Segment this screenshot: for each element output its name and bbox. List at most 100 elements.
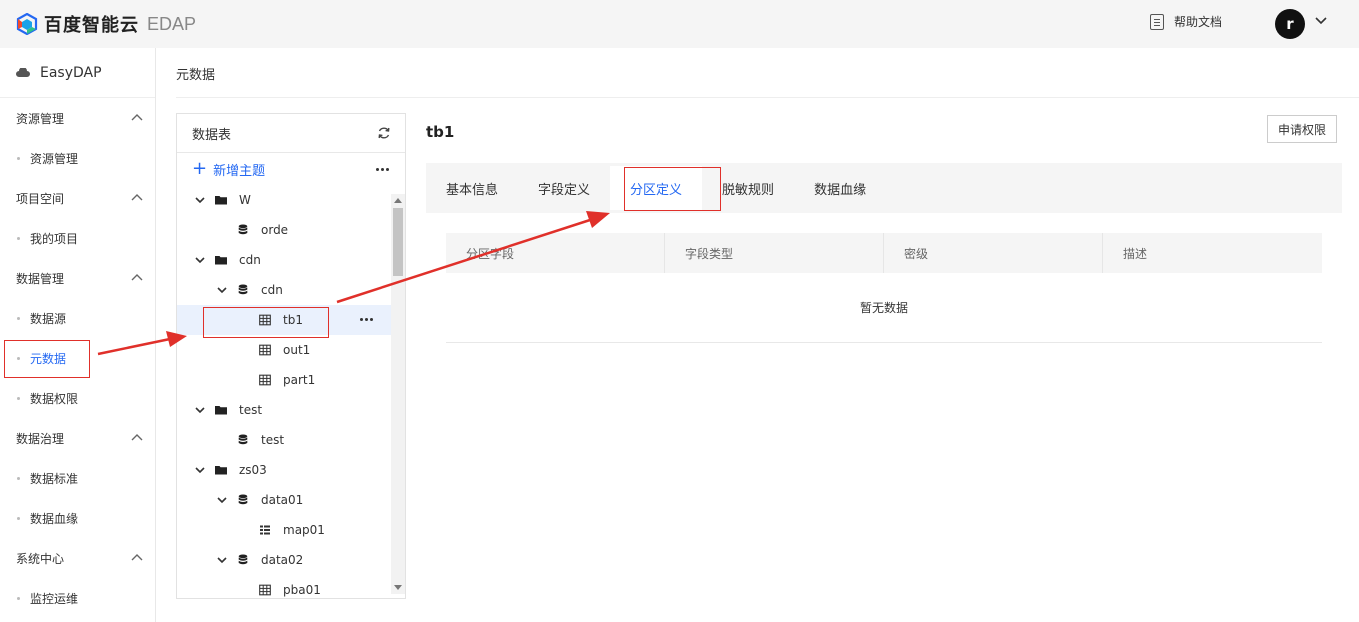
database-icon [238, 494, 248, 505]
logo[interactable]: 百度智能云 EDAP [16, 11, 196, 37]
tree-node-label: map01 [283, 523, 325, 537]
tree-node[interactable]: pba01 [177, 575, 405, 598]
tree-node-label: cdn [261, 283, 283, 297]
chevron-up-icon[interactable] [131, 112, 143, 124]
table-icon [259, 344, 271, 356]
tree-node[interactable]: out1 [177, 335, 405, 365]
folder-icon [215, 256, 227, 265]
document-icon [1150, 13, 1164, 30]
chevron-down-icon[interactable] [217, 495, 227, 505]
tree-node-label: orde [261, 223, 289, 237]
tree-title: 数据表 [192, 127, 232, 143]
detail-tab[interactable]: 字段定义 [518, 164, 610, 212]
sidebar-item[interactable]: 资源管理 [0, 138, 155, 178]
table-title: tb1 [426, 123, 455, 141]
chevron-down-icon[interactable] [217, 285, 227, 295]
chevron-down-icon[interactable] [195, 465, 205, 475]
apply-permission-button[interactable]: 申请权限 [1267, 115, 1337, 143]
sidebar-header[interactable]: EasyDAP [0, 48, 155, 98]
detail-tab[interactable]: 数据血缘 [794, 164, 886, 212]
chevron-down-icon[interactable] [195, 195, 205, 205]
breadcrumb: 元数据 [176, 68, 216, 83]
sidebar-group-label: 数据管理 [16, 271, 65, 286]
sidebar-item[interactable]: 数据标准 [0, 458, 155, 498]
chevron-up-icon[interactable] [131, 192, 143, 204]
tree-scrollbar[interactable] [391, 194, 405, 594]
cloud-icon [16, 68, 30, 77]
tree-node[interactable]: zs03 [177, 455, 405, 485]
table-tree-panel: 数据表 + 新增主题 Worde cdn cdn tb1 out1 part1 test te… [176, 113, 406, 599]
scroll-up-icon[interactable] [394, 198, 402, 203]
help-docs-link[interactable]: 帮助文档 [1150, 13, 1222, 30]
user-avatar[interactable]: r [1275, 9, 1305, 39]
sidebar-group[interactable]: 项目空间 [0, 178, 155, 218]
tree-node[interactable]: cdn [177, 275, 405, 305]
tree-node[interactable]: test [177, 425, 405, 455]
chevron-down-icon[interactable] [195, 405, 205, 415]
top-bar: 百度智能云 EDAP 帮助文档 r [0, 0, 1359, 48]
chevron-up-icon[interactable] [131, 552, 143, 564]
sidebar-header-label: EasyDAP [40, 64, 102, 81]
column-header: 密级 [884, 233, 1103, 273]
add-topic-label: 新增主题 [213, 163, 266, 179]
tree-node-label: data02 [261, 553, 304, 567]
database-icon [238, 554, 248, 565]
folder-icon [215, 406, 227, 415]
tree-node[interactable]: part1 [177, 365, 405, 395]
baidu-cloud-logo-icon [16, 13, 38, 35]
column-header: 描述 [1123, 246, 1148, 261]
sidebar-group[interactable]: 数据管理 [0, 258, 155, 298]
column-header: 分区字段 [446, 233, 665, 273]
table-icon [259, 374, 271, 386]
tree-node[interactable]: test [177, 395, 405, 425]
divider [176, 97, 1359, 98]
annotation-box-sidebar [4, 340, 90, 378]
chevron-down-icon[interactable] [217, 555, 227, 565]
chevron-down-icon[interactable] [1314, 14, 1328, 28]
product-name: EDAP [147, 13, 197, 34]
sidebar-item[interactable]: 数据源 [0, 298, 155, 338]
scroll-thumb[interactable] [393, 208, 403, 276]
sidebar-group[interactable]: 数据治理 [0, 418, 155, 458]
annotation-box-tab [624, 167, 721, 211]
sidebar-group[interactable]: 资源管理 [0, 98, 155, 138]
sidebar-item[interactable]: 我的项目 [0, 218, 155, 258]
sidebar-group-label: 数据治理 [16, 431, 65, 446]
tree-node-label: test [261, 433, 285, 447]
tree-node[interactable]: orde [177, 215, 405, 245]
chevron-up-icon[interactable] [131, 432, 143, 444]
folder-icon [215, 196, 227, 205]
sidebar-item[interactable]: 监控运维 [0, 578, 155, 618]
tree-node-label: cdn [239, 253, 261, 267]
sidebar-item[interactable]: 数据血缘 [0, 498, 155, 538]
chevron-up-icon[interactable] [131, 272, 143, 284]
tree-node[interactable]: map01 [177, 515, 405, 545]
tree-node-label: data01 [261, 493, 304, 507]
more-icon[interactable] [376, 168, 389, 171]
sidebar-group[interactable]: 系统中心 [0, 538, 155, 578]
sidebar-item[interactable]: 数据权限 [0, 378, 155, 418]
detail-tab[interactable]: 基本信息 [426, 164, 518, 212]
refresh-icon[interactable] [377, 126, 391, 140]
partition-table-header: 分区字段 字段类型 密级 描述 [446, 233, 1322, 273]
tree-node-label: out1 [283, 343, 311, 357]
tree-node[interactable]: data02 [177, 545, 405, 575]
tree-node[interactable]: data01 [177, 485, 405, 515]
scroll-down-icon[interactable] [394, 585, 402, 590]
tree-node[interactable]: W [177, 185, 405, 215]
main-content: 元数据 数据表 + 新增主题 Worde cdn cdn tb1 out1 part1 te… [156, 48, 1359, 622]
table-icon [259, 584, 271, 596]
tree-node[interactable]: cdn [177, 245, 405, 275]
more-icon[interactable] [360, 318, 373, 321]
tree-header: 数据表 [177, 114, 405, 153]
database-icon [238, 434, 248, 445]
chevron-down-icon[interactable] [195, 255, 205, 265]
tree-node-label: test [239, 403, 263, 417]
database-icon [238, 224, 248, 235]
column-header: 字段类型 [665, 233, 884, 273]
tree-node-label: W [239, 193, 251, 207]
database-icon [238, 284, 248, 295]
plus-icon: + [192, 158, 208, 179]
add-topic-button[interactable]: + 新增主题 [177, 153, 405, 185]
detail-tabs: 基本信息 字段定义 分区定义 脱敏规则 数据血缘 [426, 163, 1342, 213]
